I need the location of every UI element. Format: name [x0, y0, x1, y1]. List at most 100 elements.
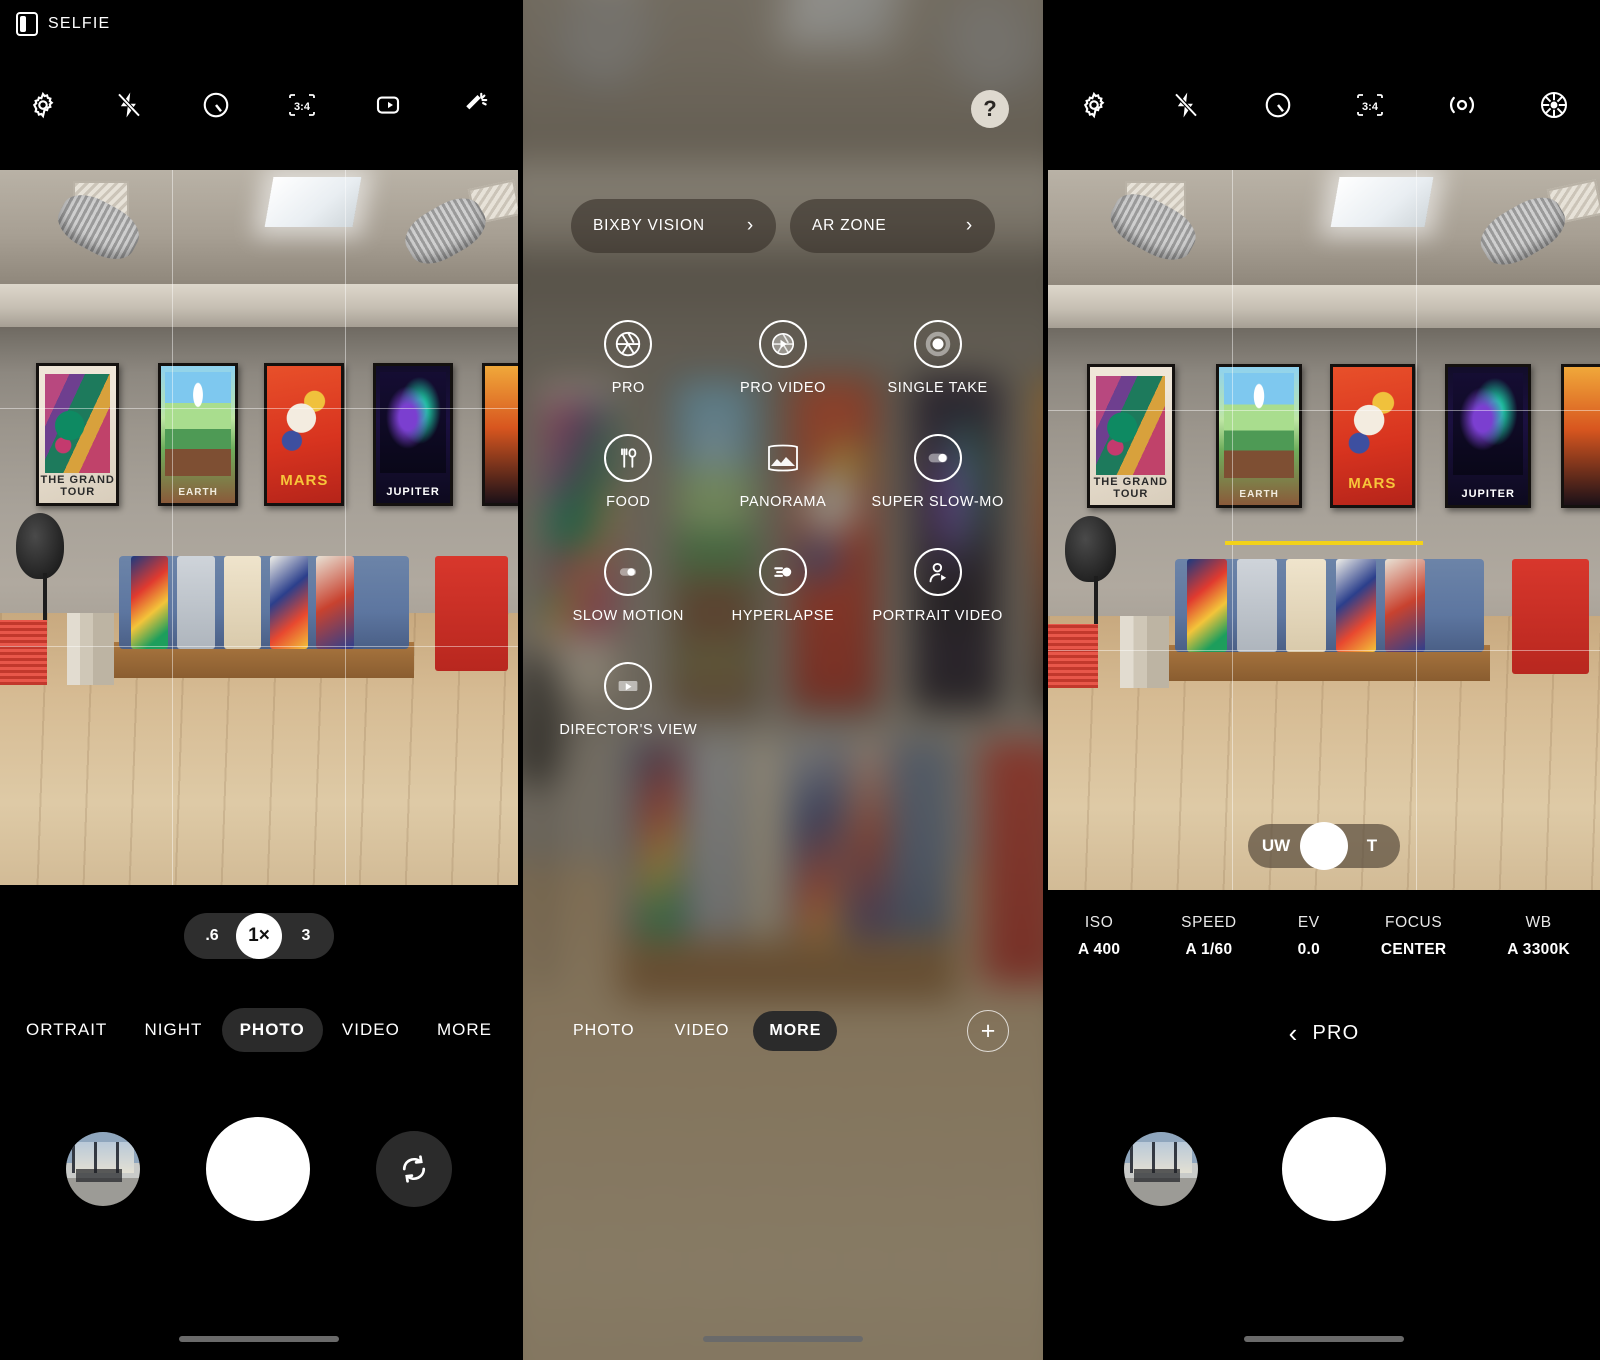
mode-item-slow-motion[interactable]: SLOW MOTION	[551, 548, 706, 624]
chevron-left-icon: ‹	[1288, 1018, 1299, 1048]
camera-preview-photo[interactable]: THE GRAND TOUR EARTH MARS JUPITER	[0, 170, 518, 885]
aperture-play-icon	[758, 320, 807, 368]
capture-controls-photo	[0, 1117, 518, 1221]
add-mode-button[interactable]: +	[967, 1010, 1009, 1052]
mode-item-panorama[interactable]: PANORAMA	[706, 434, 861, 510]
hyperlapse-icon	[758, 548, 807, 596]
mode-more[interactable]: MORE	[419, 1008, 510, 1052]
zoom-option-1-selected[interactable]: 1×	[236, 913, 282, 959]
mode-item-hyperlapse[interactable]: HYPERLAPSE	[706, 548, 861, 624]
mode-label-panorama: PANORAMA	[739, 494, 827, 510]
poster-jupiter: JUPITER	[1445, 364, 1531, 509]
mode-label-directors-view: DIRECTOR'S VIEW	[559, 722, 698, 738]
svg-text:3:4: 3:4	[294, 101, 311, 113]
selfie-badge: SELFIE	[16, 12, 110, 36]
aperture-icon	[604, 320, 653, 368]
flash-off-icon[interactable]	[109, 85, 149, 125]
lens-option-w-selected[interactable]: W	[1300, 822, 1348, 870]
shortcut-chip-row: BIXBY VISION › AR ZONE ›	[523, 199, 1043, 253]
shutter-button[interactable]	[1282, 1117, 1386, 1221]
motion-photo-icon[interactable]	[368, 85, 408, 125]
param-focus[interactable]: FOCUS CENTER	[1381, 914, 1447, 959]
camera-options-row: 3:4	[0, 85, 518, 125]
mode-item-portrait-video[interactable]: PORTRAIT VIDEO	[860, 548, 1015, 624]
flip-camera-button[interactable]	[376, 1131, 452, 1207]
zoom-level-selector[interactable]: .6 1× 3	[184, 913, 334, 959]
last-photo-thumbnail[interactable]	[66, 1132, 140, 1206]
aspect-ratio-icon[interactable]: 3:4	[282, 85, 322, 125]
portrait-video-icon	[913, 548, 962, 596]
pro-parameters-bar: ISO A 400 SPEED A 1/60 EV 0.0 FOCUS CENT…	[1048, 914, 1600, 959]
panel-more-menu: ? BIXBY VISION › AR ZONE › PRO PRO VIDEO…	[523, 0, 1043, 1360]
metering-icon[interactable]	[1442, 85, 1482, 125]
param-focus-key: FOCUS	[1385, 914, 1443, 931]
poster-mars: MARS	[1329, 364, 1416, 509]
mode-label-super-slow-mo: SUPER SLOW-MO	[871, 494, 1004, 510]
param-ev[interactable]: EV 0.0	[1298, 914, 1320, 959]
camera-preview-pro[interactable]: THE GRAND TOUR EARTH MARS JUPITER	[1048, 170, 1600, 890]
mode-label-slow-motion: SLOW MOTION	[572, 608, 684, 624]
mode-item-pro-video[interactable]: PRO VIDEO	[706, 320, 861, 396]
ar-zone-chip[interactable]: AR ZONE ›	[790, 199, 995, 253]
mode-label-hyperlapse: HYPERLAPSE	[731, 608, 835, 624]
pro-mode-back-row[interactable]: ‹ PRO	[1048, 1020, 1600, 1046]
ar-zone-label: AR ZONE	[812, 217, 887, 234]
bixby-vision-chip[interactable]: BIXBY VISION ›	[571, 199, 776, 253]
mode-label-pro-video: PRO VIDEO	[740, 380, 826, 396]
more-modes-grid: PRO PRO VIDEO SINGLE TAKE FOOD PANORAMA …	[523, 320, 1043, 738]
mode-item-single-take[interactable]: SINGLE TAKE	[860, 320, 1015, 396]
top-bar-pro: 3:4	[1048, 0, 1600, 170]
aspect-ratio-icon[interactable]: 3:4	[1350, 85, 1390, 125]
panel-pro-mode: THE GRAND TOUR EARTH MARS JUPITER 3:4 UW…	[1048, 0, 1600, 1360]
lens-selector[interactable]: UW W T	[1248, 822, 1400, 870]
mode-item-directors-view[interactable]: DIRECTOR'S VIEW	[551, 662, 706, 738]
lens-option-uw[interactable]: UW	[1252, 824, 1300, 868]
mode-item-super-slow-mo[interactable]: SUPER SLOW-MO	[860, 434, 1015, 510]
mode-photo-active[interactable]: PHOTO	[221, 1008, 323, 1052]
mode-video[interactable]: VIDEO	[659, 1011, 746, 1051]
timer-icon[interactable]	[1258, 85, 1298, 125]
mode-portrait[interactable]: ORTRAIT	[8, 1008, 125, 1052]
param-focus-value: CENTER	[1380, 941, 1447, 958]
mode-label-pro: PRO	[611, 380, 645, 396]
last-photo-thumbnail[interactable]	[1124, 1132, 1198, 1206]
mode-item-pro[interactable]: PRO	[551, 320, 706, 396]
shutter-button[interactable]	[206, 1117, 310, 1221]
poster-grand-tour: THE GRAND TOUR	[36, 363, 120, 507]
zoom-option-0[interactable]: .6	[190, 913, 234, 959]
param-iso[interactable]: ISO A 400	[1078, 914, 1120, 959]
param-wb-value: A 3300K	[1507, 941, 1570, 958]
mode-video[interactable]: VIDEO	[324, 1008, 418, 1052]
food-utensils-icon	[604, 434, 653, 482]
flash-off-icon[interactable]	[1166, 85, 1206, 125]
selfie-phone-icon	[16, 12, 38, 36]
poster-jupiter: JUPITER	[372, 363, 454, 507]
param-speed[interactable]: SPEED A 1/60	[1181, 914, 1237, 959]
param-wb[interactable]: WB A 3300K	[1507, 914, 1570, 959]
mode-label-single-take: SINGLE TAKE	[887, 380, 988, 396]
home-indicator	[703, 1336, 863, 1342]
mode-more-active[interactable]: MORE	[753, 1011, 838, 1051]
screenshot-stage: THE GRAND TOUR EARTH MARS JUPITER SELFIE…	[0, 0, 1600, 1360]
capture-controls-pro	[1048, 1117, 1600, 1221]
top-bar-photo: SELFIE 3:4	[0, 0, 518, 170]
param-iso-value: A 400	[1078, 941, 1121, 958]
poster-mars: MARS	[264, 363, 345, 507]
mode-item-food[interactable]: FOOD	[551, 434, 706, 510]
chevron-right-icon: ›	[746, 215, 754, 236]
settings-gear-icon[interactable]	[1074, 85, 1114, 125]
help-icon[interactable]: ?	[971, 90, 1009, 128]
level-focus-guide-line	[1224, 540, 1424, 545]
zoom-option-2[interactable]: 3	[284, 913, 328, 959]
selfie-label: SELFIE	[48, 15, 111, 32]
mode-night[interactable]: NIGHT	[127, 1008, 221, 1052]
poster-partial	[481, 363, 518, 507]
settings-gear-icon[interactable]	[23, 85, 63, 125]
timer-icon[interactable]	[196, 85, 236, 125]
filters-icon[interactable]	[455, 85, 495, 125]
mode-photo[interactable]: PHOTO	[557, 1011, 651, 1051]
color-tone-icon[interactable]	[1534, 85, 1574, 125]
param-iso-key: ISO	[1084, 914, 1114, 931]
lens-option-t[interactable]: T	[1348, 824, 1396, 868]
single-take-icon	[913, 320, 962, 368]
